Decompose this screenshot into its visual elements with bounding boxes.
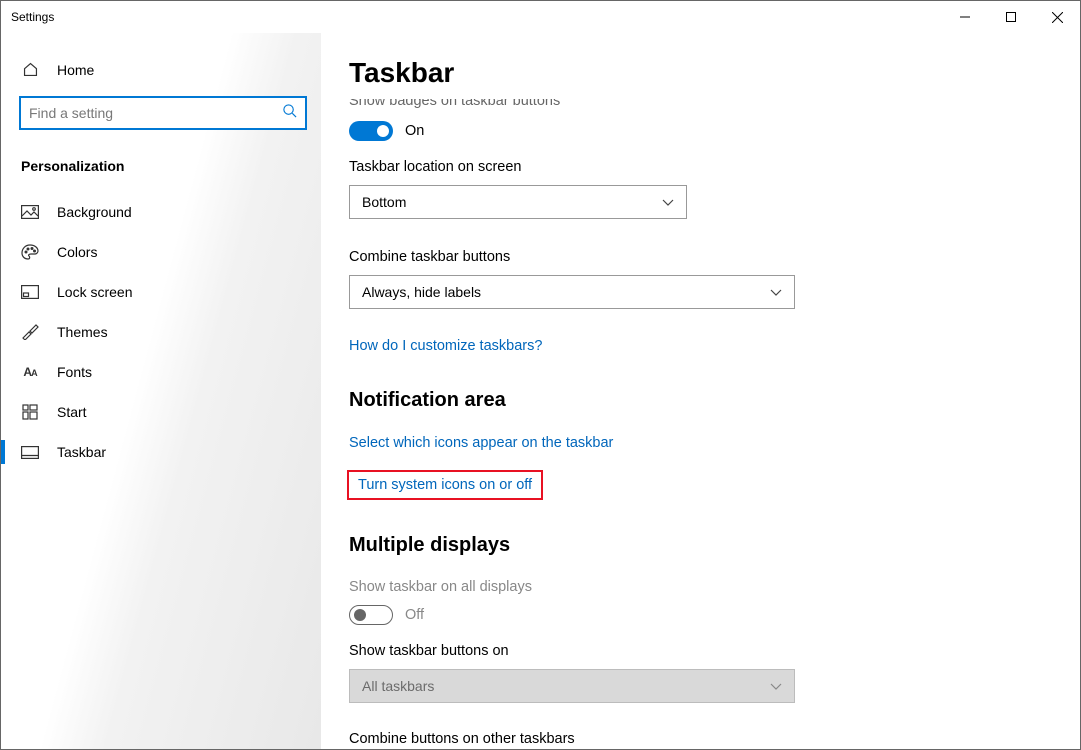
badges-toggle-row: On <box>349 121 1032 141</box>
maximize-button[interactable] <box>988 1 1034 33</box>
content-pane: Taskbar Show badges on taskbar buttons O… <box>321 33 1080 749</box>
window-body: Home Personalization Background Colors <box>1 33 1080 749</box>
notification-heading: Notification area <box>349 389 1032 412</box>
badges-toggle[interactable] <box>349 121 393 141</box>
chevron-down-icon <box>770 284 782 300</box>
window-controls <box>942 1 1080 33</box>
sidebar-item-label: Background <box>57 204 132 220</box>
multi-combine-label: Combine buttons on other taskbars <box>349 731 1032 747</box>
location-select[interactable]: Bottom <box>349 185 687 219</box>
palette-icon <box>21 244 39 260</box>
location-value: Bottom <box>362 194 406 210</box>
badges-toggle-state: On <box>405 123 424 139</box>
close-button[interactable] <box>1034 1 1080 33</box>
sidebar-item-background[interactable]: Background <box>1 192 321 232</box>
multi-buttons-select[interactable]: All taskbars <box>349 669 795 703</box>
sidebar-item-label: Colors <box>57 244 97 260</box>
multi-toggle-state: Off <box>405 607 424 623</box>
search-icon <box>282 103 297 123</box>
sidebar-item-label: Taskbar <box>57 444 106 460</box>
lockscreen-icon <box>21 285 39 299</box>
titlebar: Settings <box>1 1 1080 33</box>
sidebar-item-lockscreen[interactable]: Lock screen <box>1 272 321 312</box>
sidebar-item-fonts[interactable]: AA Fonts <box>1 352 321 392</box>
multi-show-toggle[interactable] <box>349 605 393 625</box>
multi-buttons-value: All taskbars <box>362 678 434 694</box>
sidebar-item-colors[interactable]: Colors <box>1 232 321 272</box>
maximize-icon <box>1006 12 1016 22</box>
close-icon <box>1052 12 1063 23</box>
system-icons-link[interactable]: Turn system icons on or off <box>347 470 543 500</box>
multi-toggle-row: Off <box>349 605 1032 625</box>
minimize-icon <box>960 12 970 22</box>
combine-select[interactable]: Always, hide labels <box>349 275 795 309</box>
help-link[interactable]: How do I customize taskbars? <box>349 338 542 354</box>
sidebar-item-taskbar[interactable]: Taskbar <box>1 432 321 472</box>
sidebar-item-start[interactable]: Start <box>1 392 321 432</box>
page-title: Taskbar <box>349 57 1032 89</box>
settings-window: Settings Home <box>0 0 1081 750</box>
chevron-down-icon <box>770 678 782 694</box>
taskbar-icon <box>21 446 39 459</box>
sidebar-item-label: Themes <box>57 324 108 340</box>
window-title: Settings <box>11 10 54 24</box>
multi-buttons-label: Show taskbar buttons on <box>349 643 1032 659</box>
sidebar-item-themes[interactable]: Themes <box>1 312 321 352</box>
sidebar-item-label: Start <box>57 404 87 420</box>
select-icons-link[interactable]: Select which icons appear on the taskbar <box>349 435 613 451</box>
fonts-icon: AA <box>21 365 39 379</box>
home-label: Home <box>57 62 94 78</box>
combine-value: Always, hide labels <box>362 284 481 300</box>
sidebar: Home Personalization Background Colors <box>1 33 321 749</box>
location-label: Taskbar location on screen <box>349 159 1032 175</box>
themes-icon <box>21 324 39 340</box>
chevron-down-icon <box>662 194 674 210</box>
home-icon <box>21 61 39 78</box>
combine-label: Combine taskbar buttons <box>349 249 1032 265</box>
start-icon <box>21 404 39 420</box>
search-input[interactable] <box>29 105 282 121</box>
search-box[interactable] <box>19 96 307 130</box>
sidebar-item-label: Lock screen <box>57 284 132 300</box>
sidebar-item-label: Fonts <box>57 364 92 380</box>
multi-show-label: Show taskbar on all displays <box>349 579 1032 595</box>
minimize-button[interactable] <box>942 1 988 33</box>
picture-icon <box>21 205 39 219</box>
sidebar-section-label: Personalization <box>1 140 321 192</box>
home-nav[interactable]: Home <box>1 53 321 86</box>
multiple-displays-heading: Multiple displays <box>349 534 1032 557</box>
